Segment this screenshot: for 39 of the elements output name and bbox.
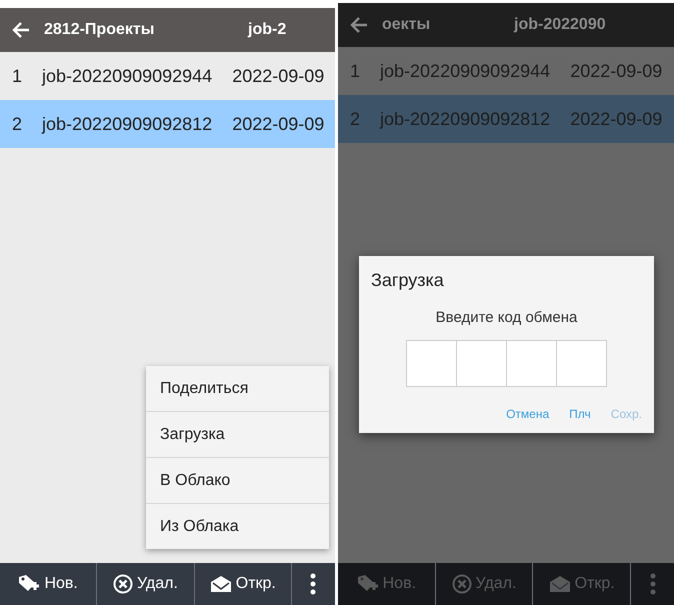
row-number: 2 (350, 108, 360, 130)
screen-subtitle: job-2 (248, 21, 286, 39)
toolbar-button[interactable]: Удал. (96, 563, 194, 605)
screen-title: оекты (382, 16, 432, 34)
menu-item[interactable]: Загрузка (146, 411, 329, 457)
toolbar-button[interactable]: Нов. (0, 563, 96, 605)
menu-item[interactable]: Из Облака (146, 503, 329, 549)
more-vertical-icon (650, 573, 656, 595)
toolbar-button[interactable]: Откр. (194, 563, 291, 605)
screen-title: 2812-Проекты (44, 21, 156, 39)
screen-subtitle: job-2022090 (514, 16, 606, 34)
job-date: 2022-09-09 (570, 60, 662, 82)
back-arrow-icon[interactable] (350, 17, 368, 33)
code-input-field[interactable] (506, 340, 556, 387)
open-envelope-icon (210, 575, 232, 593)
job-name: job-20220909092944 (42, 66, 212, 86)
code-input-field[interactable] (556, 340, 606, 387)
job-date: 2022-09-09 (232, 66, 324, 86)
tag-plus-icon (18, 574, 40, 594)
row-number: 1 (350, 60, 360, 82)
job-name: job-20220909092812 (42, 114, 212, 134)
row-number: 1 (12, 66, 22, 86)
close-circle-icon (452, 574, 472, 594)
open-envelope-icon (548, 575, 571, 593)
job-date: 2022-09-09 (232, 114, 324, 134)
job-date: 2022-09-09 (570, 108, 662, 130)
more-vertical-icon (310, 573, 316, 595)
code-input-field[interactable] (456, 340, 506, 387)
dialog-message: Введите код обмена (436, 309, 578, 326)
dialog-title: Загрузка (371, 270, 445, 291)
job-name: job-20220909092812 (380, 108, 550, 130)
tag-plus-icon (356, 574, 379, 594)
job-name: job-20220909092944 (380, 60, 550, 82)
menu-item[interactable]: В Облако (146, 457, 329, 503)
list-row[interactable]: 2 job-20220909092812 2022-09-09 (0, 100, 335, 148)
menu-item[interactable]: Поделиться (146, 366, 329, 411)
code-input-field[interactable] (406, 340, 456, 387)
close-circle-icon (113, 574, 134, 594)
row-number: 2 (12, 114, 22, 134)
